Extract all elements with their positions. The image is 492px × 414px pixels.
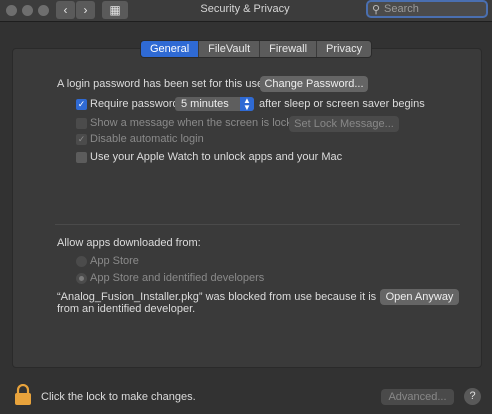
require-password-interval-value: 5 minutes	[181, 98, 229, 110]
show-message-checkbox[interactable]	[76, 118, 87, 129]
chevron-left-icon: ‹	[63, 3, 68, 17]
tab-bar: General FileVault Firewall Privacy	[140, 40, 373, 58]
help-button[interactable]: ?	[464, 388, 481, 405]
after-sleep-text: after sleep or screen saver begins	[259, 98, 425, 110]
tab-filevault[interactable]: FileVault	[199, 41, 261, 57]
blocked-message-line1: “Analog_Fusion_Installer.pkg” was blocke…	[57, 291, 395, 303]
radio-app-store[interactable]	[76, 256, 87, 267]
apple-watch-label: Use your Apple Watch to unlock apps and …	[90, 151, 343, 163]
disable-auto-login-checkbox[interactable]: ✓	[76, 134, 87, 145]
close-window-button[interactable]	[6, 5, 17, 16]
lock-icon[interactable]	[14, 383, 32, 406]
chevron-updown-icon: ▲ ▼	[240, 97, 254, 112]
advanced-button[interactable]: Advanced...	[381, 389, 454, 405]
disable-auto-login-label: Disable automatic login	[90, 133, 204, 145]
tab-general[interactable]: General	[141, 41, 200, 57]
radio-app-store-identified[interactable]	[76, 273, 87, 284]
radio-app-store-label: App Store	[90, 255, 139, 267]
minimize-window-button[interactable]	[22, 5, 33, 16]
tab-firewall[interactable]: Firewall	[260, 41, 318, 57]
section-divider	[55, 224, 460, 225]
set-lock-message-button[interactable]: Set Lock Message...	[289, 116, 399, 132]
show-all-button[interactable]: ▦	[102, 1, 128, 19]
require-password-label: Require password	[90, 98, 179, 110]
search-field[interactable]: ⚲	[366, 0, 488, 18]
open-anyway-button[interactable]: Open Anyway	[380, 289, 459, 305]
allow-apps-heading: Allow apps downloaded from:	[57, 237, 201, 249]
title-bar: ‹ › ▦ Security & Privacy ⚲	[0, 0, 492, 22]
window-title: Security & Privacy	[200, 3, 290, 15]
change-password-button[interactable]: Change Password...	[260, 76, 368, 92]
apple-watch-checkbox[interactable]	[76, 152, 87, 163]
search-input[interactable]	[384, 2, 484, 16]
zoom-window-button[interactable]	[38, 5, 49, 16]
blocked-message-line2: from an identified developer.	[57, 303, 196, 315]
chevron-right-icon: ›	[83, 3, 88, 17]
back-button[interactable]: ‹	[56, 1, 75, 19]
login-password-text: A login password has been set for this u…	[57, 78, 267, 90]
require-password-checkbox[interactable]: ✓	[76, 99, 87, 110]
lock-text: Click the lock to make changes.	[41, 391, 196, 403]
require-password-interval-select[interactable]: 5 minutes ▲ ▼	[175, 97, 254, 112]
forward-button[interactable]: ›	[76, 1, 95, 19]
search-icon: ⚲	[372, 4, 381, 16]
radio-app-store-identified-label: App Store and identified developers	[90, 272, 265, 284]
grid-icon: ▦	[109, 3, 121, 17]
show-message-label: Show a message when the screen is locked	[90, 117, 305, 129]
tab-privacy[interactable]: Privacy	[317, 41, 372, 57]
